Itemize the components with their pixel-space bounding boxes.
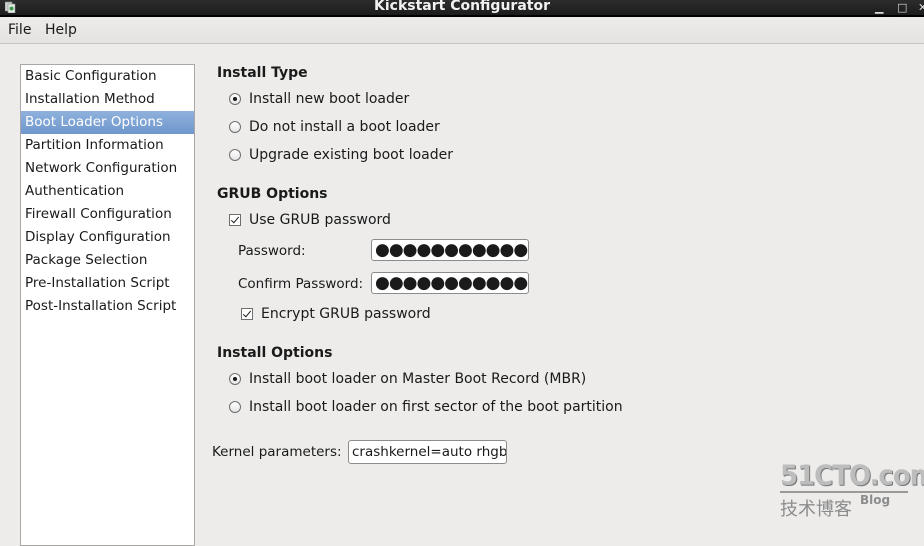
minimize-icon[interactable]: ▁: [875, 1, 883, 14]
title-bar: Kickstart Configurator ▁ □ ✕: [0, 0, 924, 17]
radio-indicator[interactable]: [229, 93, 241, 105]
checkbox-use-grub-password[interactable]: Use GRUB password: [229, 212, 391, 228]
radio-upgrade-existing-boot-loader[interactable]: Upgrade existing boot loader: [229, 147, 453, 163]
radio-label: Install boot loader on first sector of t…: [249, 399, 623, 415]
checkbox-label: Encrypt GRUB password: [261, 306, 431, 322]
radio-label: Upgrade existing boot loader: [249, 147, 453, 163]
watermark: 51CTO.com 技术博客 Blog: [780, 460, 924, 521]
sidebar-item-package-selection[interactable]: Package Selection: [21, 249, 194, 272]
password-field[interactable]: ●●●●●●●●●●●: [371, 239, 529, 261]
checkbox-encrypt-grub-password[interactable]: Encrypt GRUB password: [241, 306, 431, 322]
radio-indicator[interactable]: [229, 121, 241, 133]
checkbox-indicator[interactable]: [241, 308, 253, 320]
radio-do-not-install-boot-loader[interactable]: Do not install a boot loader: [229, 119, 440, 135]
sidebar-item-network-configuration[interactable]: Network Configuration: [21, 157, 194, 180]
grub-options-heading: GRUB Options: [217, 186, 328, 202]
radio-indicator[interactable]: [229, 149, 241, 161]
radio-install-new-boot-loader[interactable]: Install new boot loader: [229, 91, 409, 107]
sidebar-item-installation-method[interactable]: Installation Method: [21, 88, 194, 111]
menu-help[interactable]: Help: [45, 22, 77, 38]
radio-install-on-boot-partition[interactable]: Install boot loader on first sector of t…: [229, 399, 623, 415]
menu-bar: File Help: [0, 17, 924, 44]
radio-label: Install boot loader on Master Boot Recor…: [249, 371, 587, 387]
watermark-subtitle: 技术博客: [780, 499, 852, 520]
sidebar-item-basic-configuration[interactable]: Basic Configuration: [21, 65, 194, 88]
sidebar-item-authentication[interactable]: Authentication: [21, 180, 194, 203]
section-list: Basic Configuration Installation Method …: [20, 64, 195, 546]
confirm-password-label: Confirm Password:: [238, 276, 364, 292]
radio-indicator[interactable]: [229, 373, 241, 385]
sidebar-item-boot-loader-options[interactable]: Boot Loader Options: [21, 111, 194, 134]
sidebar-item-post-installation-script[interactable]: Post-Installation Script: [21, 295, 194, 318]
checkbox-label: Use GRUB password: [249, 212, 391, 228]
sidebar-item-partition-information[interactable]: Partition Information: [21, 134, 194, 157]
sidebar-item-display-configuration[interactable]: Display Configuration: [21, 226, 194, 249]
window-title: Kickstart Configurator: [374, 0, 550, 14]
kernel-parameters-input[interactable]: crashkernel=auto rhgb: [348, 440, 507, 464]
sidebar-item-pre-installation-script[interactable]: Pre-Installation Script: [21, 272, 194, 295]
menu-file[interactable]: File: [8, 22, 31, 38]
radio-install-on-mbr[interactable]: Install boot loader on Master Boot Recor…: [229, 371, 586, 387]
watermark-tag: Blog: [860, 493, 891, 507]
checkbox-indicator[interactable]: [229, 214, 241, 226]
maximize-icon[interactable]: □: [897, 1, 907, 14]
close-icon[interactable]: ✕: [918, 1, 924, 14]
kernel-parameters-label: Kernel parameters:: [212, 444, 342, 460]
install-options-heading: Install Options: [217, 345, 333, 361]
sidebar-item-firewall-configuration[interactable]: Firewall Configuration: [21, 203, 194, 226]
radio-indicator[interactable]: [229, 401, 241, 413]
radio-label: Install new boot loader: [249, 91, 410, 107]
password-label: Password:: [238, 243, 306, 259]
confirm-password-field[interactable]: ●●●●●●●●●●●: [371, 272, 529, 294]
radio-label: Do not install a boot loader: [249, 119, 440, 135]
install-type-heading: Install Type: [217, 65, 308, 81]
watermark-logo: 51CTO.com: [780, 460, 924, 492]
